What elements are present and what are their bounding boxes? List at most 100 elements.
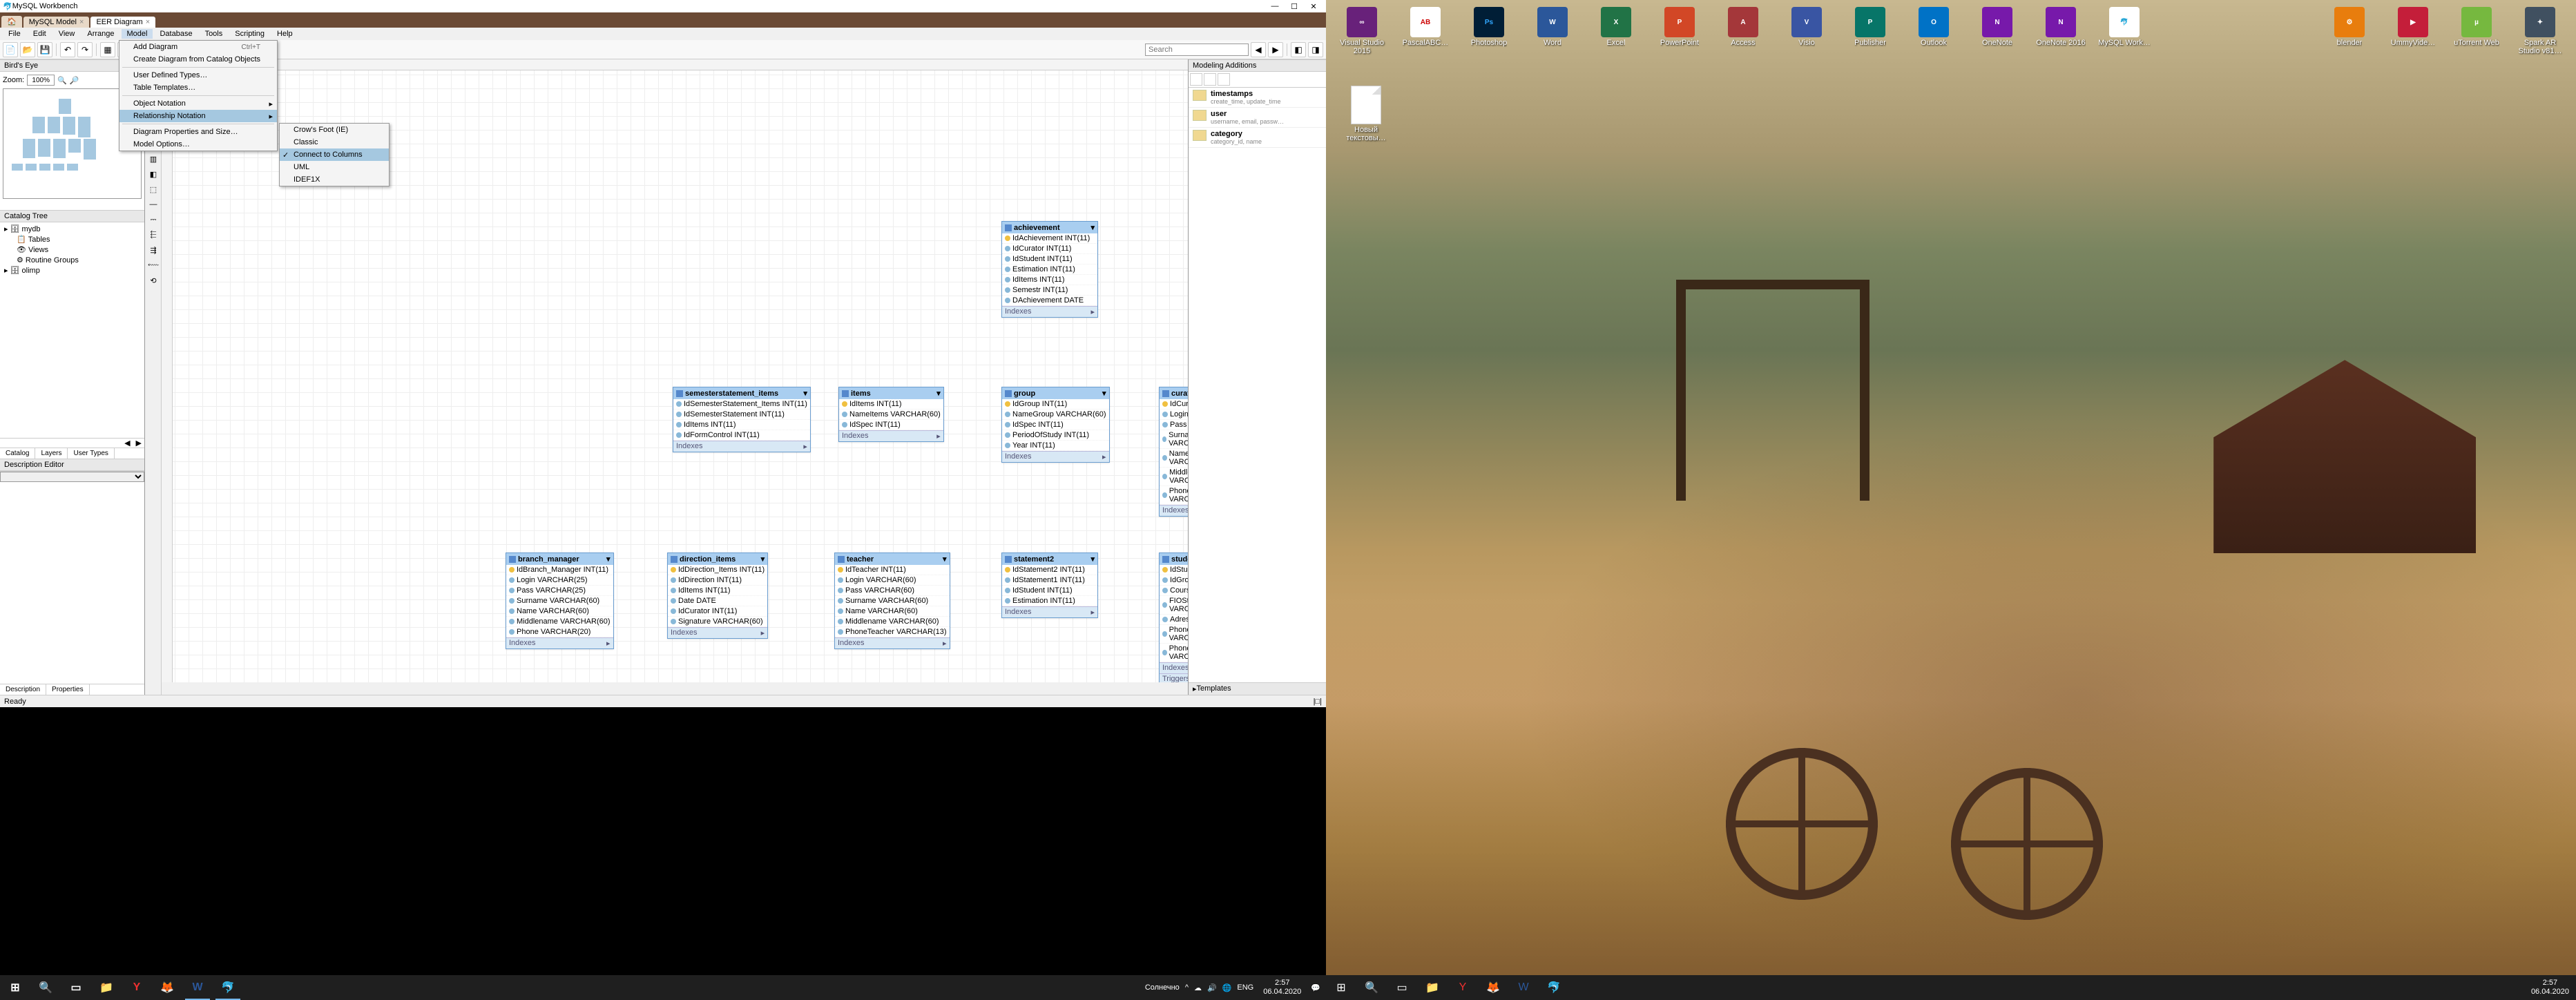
tray-network-icon[interactable]: 🌐	[1222, 983, 1232, 992]
entity-direction_items[interactable]: direction_items▾IdDirection_Items INT(11…	[667, 552, 768, 639]
vtool-13[interactable]: ⬳	[146, 258, 160, 272]
menu-tools[interactable]: Tools	[200, 29, 229, 39]
relationship-notation-submenu[interactable]: Crow's Foot (IE)Classic✓Connect to Colum…	[279, 123, 390, 186]
menu-view[interactable]: View	[53, 29, 81, 39]
taskbar-explorer[interactable]: 📁	[1417, 975, 1448, 1000]
column-row[interactable]: Surname VARCHAR(60)	[835, 596, 950, 606]
desc-select[interactable]	[0, 472, 144, 482]
desktop-icon-mysql-work-[interactable]: 🐬MySQL Work…	[2094, 4, 2155, 58]
column-row[interactable]: PhoneTeacher VARCHAR(13)	[835, 627, 950, 637]
tab-catalog[interactable]: Catalog	[0, 448, 35, 459]
desktop-icon-onenote-2016[interactable]: NOneNote 2016	[2030, 4, 2091, 58]
column-row[interactable]: IdItems INT(11)	[839, 399, 943, 410]
column-row[interactable]: IdSemesterStatement INT(11)	[673, 410, 810, 420]
column-row[interactable]: IdAchievement INT(11)	[1002, 233, 1097, 244]
column-row[interactable]: NameGroup VARCHAR(60)	[1002, 410, 1109, 420]
clock[interactable]: 2:57 06.04.2020	[2524, 979, 2576, 997]
tab-layers[interactable]: Layers	[35, 448, 68, 459]
entity-section[interactable]: Indexes▸	[668, 627, 767, 638]
menu-item[interactable]: Object Notation▸	[119, 97, 277, 110]
menu-help[interactable]: Help	[271, 29, 298, 39]
column-row[interactable]: SurnameCurator VARCHAR(60)	[1160, 430, 1188, 449]
column-row[interactable]: IdSemesterStatement_Items INT(11)	[673, 399, 810, 410]
column-row[interactable]: Estimation INT(11)	[1002, 596, 1097, 606]
entity-achievement[interactable]: achievement▾IdAchievement INT(11)IdCurat…	[1001, 221, 1098, 318]
tray-lang[interactable]: ENG	[1237, 983, 1253, 992]
menu-item[interactable]: Table Templates…	[119, 81, 277, 94]
column-row[interactable]: IdCurator INT(11)	[1002, 244, 1097, 254]
taskbar-start[interactable]: ⊞	[1326, 975, 1356, 1000]
column-row[interactable]: IdDirection INT(11)	[668, 575, 767, 586]
collapse-icon[interactable]: ▾	[803, 389, 807, 398]
column-row[interactable]: IdCurator INT(11)	[668, 606, 767, 617]
catalog-tree[interactable]: ▸ 🗄 mydb 📋 Tables 👁 Views ⚙ Routine Grou…	[0, 222, 144, 438]
tab-usertypes[interactable]: User Types	[68, 448, 114, 459]
column-row[interactable]: IdFormControl INT(11)	[673, 430, 810, 441]
search-prev-button[interactable]: ◀	[1251, 42, 1266, 57]
entity-section[interactable]: Indexes▸	[673, 441, 810, 452]
grid-button[interactable]: ▦	[100, 42, 115, 57]
entity-semesterstatement_items[interactable]: semesterstatement_items▾IdSemesterStatem…	[673, 387, 811, 452]
submenu-item[interactable]: UML	[280, 161, 389, 173]
column-row[interactable]: Year INT(11)	[1002, 441, 1109, 451]
taskbar-yandex[interactable]: Y	[122, 975, 152, 1000]
column-row[interactable]: Pass VARCHAR(25)	[506, 586, 613, 596]
notifications-icon[interactable]: 💬	[1311, 983, 1320, 992]
desktop-icon-spark-ar-studio-v81-[interactable]: ✦Spark AR Studio v81…	[2510, 4, 2570, 58]
menu-item[interactable]: Add DiagramCtrl+T	[119, 41, 277, 53]
column-row[interactable]: Pass VARCHAR(60)	[835, 586, 950, 596]
entity-curator[interactable]: curator▾IdCurator INT(11)Login VARCHAR(6…	[1159, 387, 1188, 517]
submenu-item[interactable]: IDEF1X	[280, 173, 389, 186]
entity-teacher[interactable]: teacher▾IdTeacher INT(11)Login VARCHAR(6…	[834, 552, 950, 649]
zoom-in-button[interactable]: 🔍	[57, 76, 67, 85]
taskbar-workbench[interactable]: 🐬	[1539, 975, 1569, 1000]
column-row[interactable]: Date DATE	[668, 596, 767, 606]
column-row[interactable]: IdStudent INT(11)	[1002, 586, 1097, 596]
column-row[interactable]: IdStudent INT(11)	[1002, 254, 1097, 265]
taskbar-search[interactable]: 🔍	[1356, 975, 1387, 1000]
entity-section[interactable]: Indexes▸	[835, 637, 950, 648]
close-button[interactable]: ✕	[1304, 2, 1323, 11]
column-row[interactable]: FIOStudent VARCHAR(200)	[1160, 596, 1188, 615]
entity-items[interactable]: items▾IdItems INT(11)NameItems VARCHAR(6…	[838, 387, 944, 442]
vtool-7[interactable]: ◧	[146, 167, 160, 181]
column-row[interactable]: Semestr INT(11)	[1002, 285, 1097, 296]
vtool-9[interactable]: —	[146, 198, 160, 211]
column-row[interactable]: Name VARCHAR(60)	[506, 606, 613, 617]
vtool-11[interactable]: ⬱	[146, 228, 160, 242]
model-menu-dropdown[interactable]: Add DiagramCtrl+TCreate Diagram from Cat…	[119, 40, 278, 151]
system-tray[interactable]: Солнечно ^ ☁ 🔊 🌐 ENG 2:57 06.04.2020 💬	[1140, 979, 1326, 997]
maximize-button[interactable]: ☐	[1285, 2, 1304, 11]
panel-toggle-1[interactable]: ◧	[1291, 42, 1306, 57]
zoom-out-button[interactable]: 🔎	[70, 76, 79, 85]
column-row[interactable]: Pass VARCHAR(60)	[1160, 420, 1188, 430]
entity-section[interactable]: Indexes▸	[1002, 451, 1109, 462]
entity-group[interactable]: group▾IdGroup INT(11)NameGroup VARCHAR(6…	[1001, 387, 1110, 463]
column-row[interactable]: Middlename VARCHAR(60)	[506, 617, 613, 627]
menu-file[interactable]: File	[3, 29, 26, 39]
tab-eer-diagram[interactable]: EER Diagram×	[90, 17, 155, 28]
desktop-icon-publisher[interactable]: PPublisher	[1840, 4, 1901, 58]
entity-student[interactable]: student▾IdStudent INT(11)IdGroup INT(11)…	[1159, 552, 1188, 682]
close-icon[interactable]: ×	[146, 18, 150, 26]
column-row[interactable]: IdDirection_Items INT(11)	[668, 565, 767, 575]
column-row[interactable]: NameItems VARCHAR(60)	[839, 410, 943, 420]
search-input[interactable]	[1145, 44, 1249, 56]
taskbar-explorer[interactable]: 📁	[91, 975, 122, 1000]
column-row[interactable]: IdItems INT(11)	[673, 420, 810, 430]
scroll-left[interactable]: ◀	[122, 439, 133, 448]
open-button[interactable]: 📂	[20, 42, 35, 57]
column-row[interactable]: Course INT(11)	[1160, 586, 1188, 596]
column-row[interactable]: PhoneStudent VARCHAR(20)	[1160, 625, 1188, 644]
submenu-item[interactable]: Crow's Foot (IE)	[280, 124, 389, 136]
collapse-icon[interactable]: ▾	[1102, 389, 1106, 398]
taskbar-workbench[interactable]: 🐬	[213, 975, 243, 1000]
column-row[interactable]: IdStudent INT(11)	[1160, 565, 1188, 575]
column-row[interactable]: IdGroup INT(11)	[1002, 399, 1109, 410]
tab-mysql-model[interactable]: MySQL Model×	[23, 17, 90, 28]
column-row[interactable]: Adres VARCHAR(60)	[1160, 615, 1188, 625]
column-row[interactable]: Login VARCHAR(60)	[1160, 410, 1188, 420]
menu-item[interactable]: User Defined Types…	[119, 69, 277, 81]
column-row[interactable]: IdItems INT(11)	[668, 586, 767, 596]
column-row[interactable]: Signature VARCHAR(60)	[668, 617, 767, 627]
